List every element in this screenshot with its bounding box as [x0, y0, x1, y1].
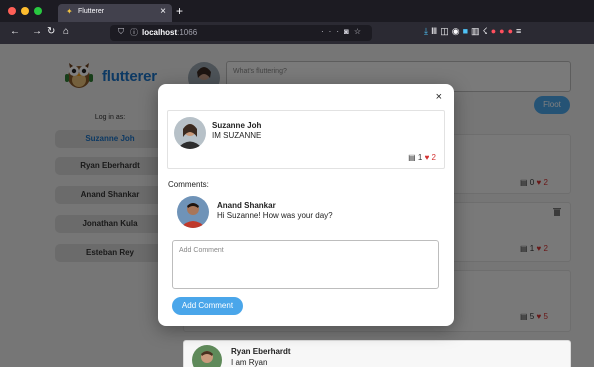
forward-icon[interactable]: → [32, 26, 42, 37]
url-actions: ···◙☆ [321, 27, 366, 36]
browser-tab[interactable]: ✦ Flutterer × [58, 4, 172, 22]
browser-toolbar-icons: ⤓Ⅲ◫◉■▥☇●●●≡ [424, 26, 524, 37]
account-icon[interactable]: ◉ [452, 26, 463, 36]
window-zoom-button[interactable] [34, 7, 42, 15]
comment-text: Hi Suzanne! How was your day? [217, 211, 333, 220]
new-tab-icon[interactable]: + [176, 4, 183, 18]
tab-close-icon[interactable]: × [160, 6, 166, 17]
avatar [174, 117, 206, 149]
like-count: 2 [431, 153, 436, 162]
post-author: Suzanne Joh [212, 121, 262, 130]
post-text: I am Ryan [231, 358, 268, 367]
shield-icon[interactable]: ⛉ [118, 27, 124, 37]
comment-icon[interactable]: ▤ [408, 153, 416, 162]
owl-favicon-icon: ✦ [66, 7, 73, 16]
window-minimize-button[interactable] [21, 7, 29, 15]
post-stats: ▤ 1 ♥ 2 [408, 153, 436, 162]
tab-title: Flutterer [78, 8, 105, 15]
extension-icon[interactable]: ■ [463, 26, 471, 36]
avatar [177, 196, 209, 228]
bookmark-star-icon[interactable]: ☆ [354, 27, 366, 36]
browser-tab-bar: ✦ Flutterer × + [0, 0, 594, 22]
extension-icon[interactable]: ● [508, 26, 516, 36]
back-icon[interactable]: ← [10, 26, 20, 37]
reload-icon[interactable]: ↻ [47, 26, 55, 37]
close-icon[interactable]: × [436, 92, 442, 103]
browser-nav-bar: ← → ↻ ⌂ ⛉ ⓘ localhost:1066 ···◙☆ ⤓Ⅲ◫◉■▥☇… [0, 22, 594, 44]
library-icon[interactable]: Ⅲ [431, 26, 440, 36]
post-author: Ryan Eberhardt [231, 347, 291, 356]
comment-author: Anand Shankar [217, 201, 276, 210]
sidebar-icon[interactable]: ◫ [440, 26, 452, 36]
home-icon[interactable]: ⌂ [63, 26, 69, 37]
url-bar[interactable]: ⛉ ⓘ localhost:1066 ···◙☆ [110, 25, 372, 41]
app-page: flutterer Log in as: Suzanne Joh Ryan Eb… [0, 44, 594, 367]
comments-label: Comments: [168, 180, 209, 189]
bookmarks-icon[interactable]: ▥ [471, 26, 483, 36]
extension-icon[interactable]: ● [499, 26, 507, 36]
page-actions-icon[interactable]: ··· [321, 27, 344, 36]
comment-placeholder: Add Comment [179, 247, 224, 254]
feed-card: Ryan Eberhardt I am Ryan [183, 340, 571, 367]
comments-modal: × Suzanne Joh IM SUZANNE ▤ 1 ♥ 2 Comment… [158, 84, 454, 326]
comment-count: 1 [417, 153, 423, 162]
download-icon[interactable]: ⤓ [424, 26, 431, 36]
pocket-icon[interactable]: ◙ [344, 27, 354, 36]
comment-input[interactable]: Add Comment [172, 240, 439, 289]
window-close-button[interactable] [8, 7, 16, 15]
heart-icon[interactable]: ♥ [425, 153, 430, 162]
post-text: IM SUZANNE [212, 131, 262, 140]
info-icon[interactable]: ⓘ [130, 27, 138, 38]
modal-post-card: Suzanne Joh IM SUZANNE ▤ 1 ♥ 2 [167, 110, 445, 169]
extension-icon[interactable]: ☇ [483, 26, 491, 36]
avatar [192, 345, 222, 367]
extension-icon[interactable]: ● [491, 26, 499, 36]
menu-icon[interactable]: ≡ [516, 26, 524, 36]
url-text[interactable]: localhost:1066 [142, 28, 197, 37]
add-comment-button[interactable]: Add Comment [172, 297, 243, 315]
